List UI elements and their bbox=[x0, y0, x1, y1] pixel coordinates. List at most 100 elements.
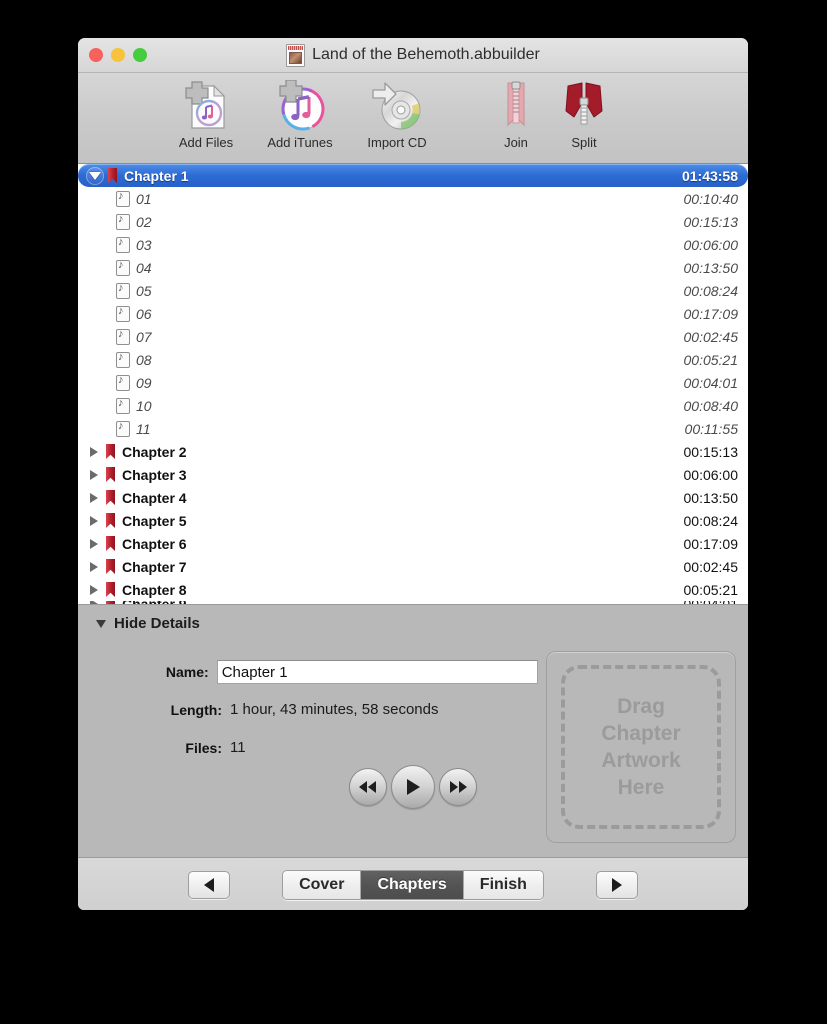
zoom-button[interactable] bbox=[133, 48, 147, 62]
file-row[interactable]: 08 00:05:21 bbox=[78, 348, 748, 371]
chapter-row[interactable]: Chapter 1 01:43:58 bbox=[78, 164, 748, 187]
tab-finish[interactable]: Finish bbox=[463, 871, 543, 899]
toolbar-button-add-itunes[interactable]: Add iTunes bbox=[258, 78, 342, 150]
chevron-down-icon bbox=[96, 619, 106, 628]
row-label: 08 bbox=[136, 351, 152, 368]
import-cd-icon bbox=[369, 78, 425, 134]
chapter-list[interactable]: Chapter 101:43:580100:10:400200:15:13030… bbox=[78, 164, 748, 605]
file-row[interactable]: 10 00:08:40 bbox=[78, 394, 748, 417]
disclosure-triangle-closed-icon[interactable] bbox=[86, 538, 102, 549]
toolbar-button-remove[interactable]: Remove bbox=[738, 78, 748, 150]
close-button[interactable] bbox=[89, 48, 103, 62]
file-row[interactable]: 01 00:10:40 bbox=[78, 187, 748, 210]
row-duration: 00:06:00 bbox=[683, 466, 739, 483]
row-duration: 00:15:13 bbox=[683, 213, 739, 230]
disclosure-triangle-closed-icon[interactable] bbox=[86, 469, 102, 480]
disclosure-triangle-closed-icon[interactable] bbox=[86, 446, 102, 457]
row-label: 11 bbox=[136, 420, 151, 437]
toolbar-label: Import CD bbox=[367, 135, 427, 150]
row-label: Chapter 1 bbox=[124, 167, 189, 184]
tab-chapters[interactable]: Chapters bbox=[361, 871, 464, 899]
audio-file-icon bbox=[116, 350, 130, 368]
tab-cover[interactable]: Cover bbox=[283, 871, 362, 899]
file-row[interactable]: 05 00:08:24 bbox=[78, 279, 748, 302]
arrow-left-icon bbox=[204, 878, 214, 892]
row-label: 09 bbox=[136, 374, 152, 391]
file-row[interactable]: 07 00:02:45 bbox=[78, 325, 748, 348]
window-controls bbox=[89, 48, 147, 62]
toolbar-button-add-files[interactable]: Add Files bbox=[164, 78, 248, 150]
audio-file-icon bbox=[116, 304, 130, 322]
step-tabs[interactable]: Cover Chapters Finish bbox=[282, 870, 544, 900]
row-duration: 00:04:01 bbox=[683, 374, 739, 391]
disclosure-triangle-closed-icon[interactable] bbox=[86, 492, 102, 503]
minimize-button[interactable] bbox=[111, 48, 125, 62]
hide-details-toggle[interactable]: Hide Details bbox=[96, 615, 200, 632]
triangle-glyph bbox=[90, 584, 98, 595]
name-field-row: Name: bbox=[78, 660, 538, 684]
add-itunes-icon bbox=[272, 78, 328, 134]
disclosure-triangle-closed-icon[interactable] bbox=[86, 515, 102, 526]
row-label: 01 bbox=[136, 190, 152, 207]
audio-file-icon bbox=[116, 258, 130, 276]
audio-file-icon bbox=[116, 419, 130, 437]
row-label: Chapter 8 bbox=[122, 581, 187, 598]
files-value: 11 bbox=[230, 739, 246, 756]
previous-step-button[interactable] bbox=[188, 871, 230, 899]
play-button[interactable] bbox=[391, 765, 435, 809]
row-duration: 00:13:50 bbox=[683, 489, 739, 506]
next-step-button[interactable] bbox=[596, 871, 638, 899]
disclosure-triangle-open-icon[interactable] bbox=[86, 166, 104, 185]
chapter-row[interactable]: Chapter 7 00:02:45 bbox=[78, 555, 748, 578]
file-row[interactable]: 04 00:13:50 bbox=[78, 256, 748, 279]
chapter-bookmark-icon bbox=[106, 559, 115, 574]
chapter-artwork-dropzone[interactable]: Drag Chapter Artwork Here bbox=[546, 651, 736, 843]
file-row[interactable]: 03 00:06:00 bbox=[78, 233, 748, 256]
length-label: Length: bbox=[170, 701, 222, 718]
chapter-row[interactable]: Chapter 4 00:13:50 bbox=[78, 486, 748, 509]
file-row[interactable]: 02 00:15:13 bbox=[78, 210, 748, 233]
triangle-glyph bbox=[90, 515, 98, 526]
row-label: Chapter 5 bbox=[122, 512, 187, 529]
chapter-row[interactable]: Chapter 2 00:15:13 bbox=[78, 440, 748, 463]
row-label: 10 bbox=[136, 397, 152, 414]
bottom-bar: Cover Chapters Finish bbox=[78, 858, 748, 910]
file-row[interactable]: 11 00:11:55 bbox=[78, 417, 748, 440]
row-duration: 00:10:40 bbox=[683, 190, 739, 207]
name-input[interactable] bbox=[216, 660, 538, 684]
file-row[interactable]: 06 00:17:09 bbox=[78, 302, 748, 325]
audio-file-icon bbox=[116, 189, 130, 207]
toolbar-button-import-cd[interactable]: Import CD bbox=[355, 78, 439, 150]
window-title-group: Land of the Behemoth.abbuilder bbox=[78, 38, 748, 72]
chapter-row[interactable]: Chapter 5 00:08:24 bbox=[78, 509, 748, 532]
disclosure-triangle-closed-icon[interactable] bbox=[86, 561, 102, 572]
artwork-dashed-area: Drag Chapter Artwork Here bbox=[561, 665, 721, 829]
row-duration: 00:06:00 bbox=[683, 236, 739, 253]
row-label: 02 bbox=[136, 213, 152, 230]
row-label: 03 bbox=[136, 236, 152, 253]
fast-forward-button[interactable] bbox=[439, 768, 477, 806]
row-duration: 00:17:09 bbox=[683, 535, 739, 552]
audio-file-icon bbox=[116, 235, 130, 253]
chapter-row[interactable]: Chapter 8 00:05:21 bbox=[78, 578, 748, 601]
rewind-button[interactable] bbox=[349, 768, 387, 806]
row-duration: 00:08:24 bbox=[683, 282, 739, 299]
toolbar-button-split[interactable]: Split bbox=[542, 78, 626, 150]
disclosure-triangle-closed-icon[interactable] bbox=[86, 584, 102, 595]
length-field-row: Length: 1 hour, 43 minutes, 58 seconds bbox=[78, 701, 538, 718]
row-duration: 00:02:45 bbox=[683, 328, 739, 345]
transport-controls bbox=[349, 765, 477, 809]
chapter-row[interactable]: Chapter 6 00:17:09 bbox=[78, 532, 748, 555]
file-row[interactable]: 09 00:04:01 bbox=[78, 371, 748, 394]
row-duration: 00:08:24 bbox=[683, 512, 739, 529]
row-duration: 00:17:09 bbox=[683, 305, 739, 322]
artwork-line: Chapter bbox=[601, 722, 681, 745]
row-label: 07 bbox=[136, 328, 152, 345]
row-label: 06 bbox=[136, 305, 152, 322]
chapter-row[interactable]: Chapter 3 00:06:00 bbox=[78, 463, 748, 486]
triangle-glyph bbox=[90, 469, 98, 480]
chapter-bookmark-icon bbox=[106, 513, 115, 528]
chapter-bookmark-icon bbox=[106, 490, 115, 505]
triangle-glyph bbox=[90, 561, 98, 572]
arrow-right-icon bbox=[612, 878, 622, 892]
